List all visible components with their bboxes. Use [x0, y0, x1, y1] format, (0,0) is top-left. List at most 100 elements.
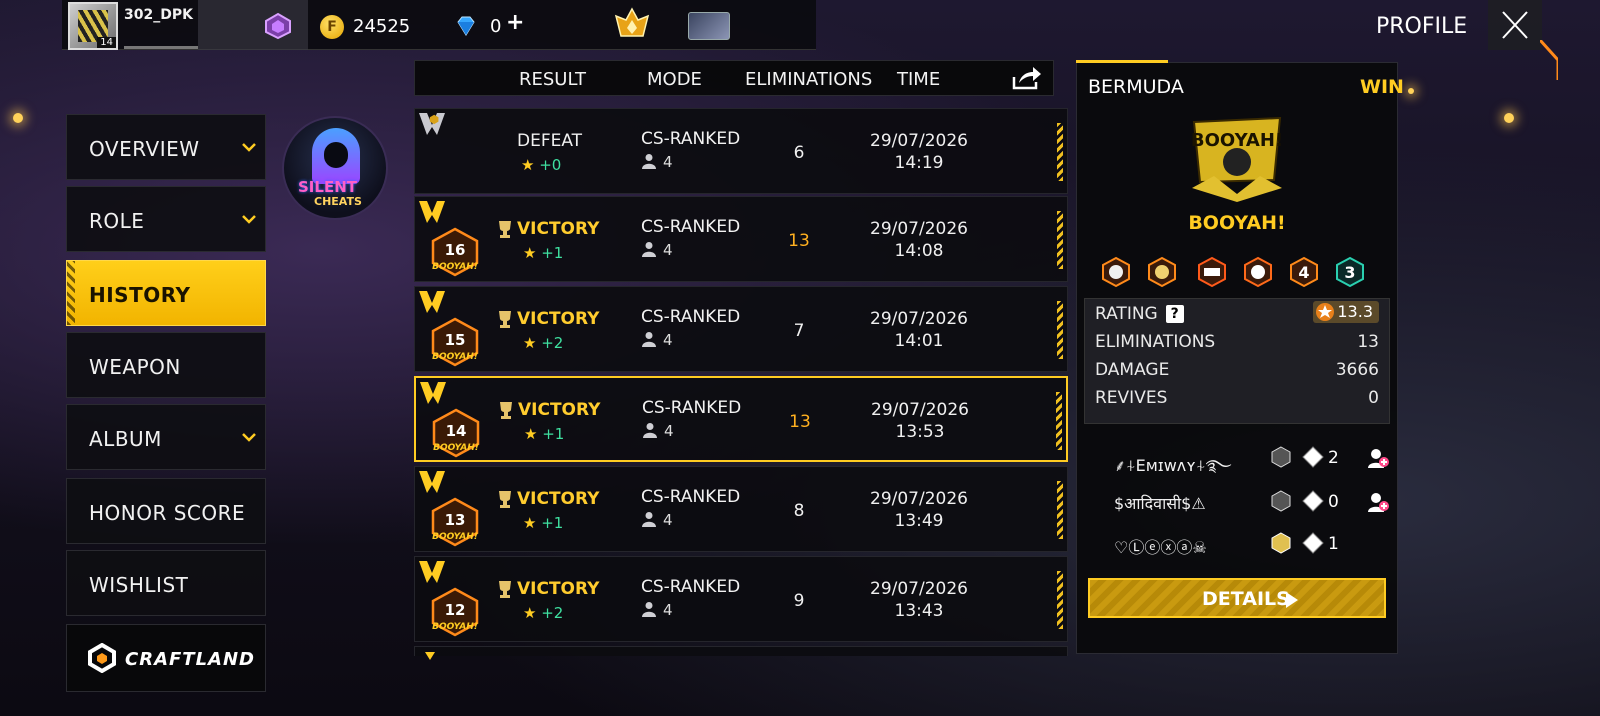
- team-size-value: 4: [663, 601, 673, 619]
- booyah-badge-label: BOOYAH!: [432, 622, 478, 632]
- person-icon: [642, 154, 656, 169]
- menu-item-history[interactable]: HISTORY: [66, 260, 266, 326]
- menu-item-album[interactable]: ALBUM: [66, 404, 266, 470]
- teammate-badge-icon: [1302, 490, 1324, 512]
- booyah-count-badge: 12 BOOYAH!: [431, 587, 479, 637]
- eliminations-count: 13: [788, 231, 810, 251]
- background-lamp: [1408, 88, 1414, 94]
- medal-icon[interactable]: 4: [1288, 256, 1320, 288]
- teammate-count: 0: [1328, 492, 1339, 512]
- share-icon[interactable]: [1011, 65, 1043, 91]
- match-stats: RATING? 13.3 ELIMINATIONS 13 DAMAGE 3666…: [1084, 298, 1390, 424]
- table-row[interactable]: 14 BOOYAH! VICTORY ★ +1 CS-RANKED 4 13 29/07/20…: [414, 376, 1068, 462]
- table-row[interactable]: 13 BOOYAH! VICTORY ★ +1 CS-RANKED 4 8 29/07/202…: [414, 466, 1068, 552]
- rating-star-icon: [1316, 303, 1334, 321]
- person-icon: [642, 332, 656, 347]
- page-title: PROFILE: [1376, 14, 1468, 39]
- medal-icon[interactable]: [1100, 256, 1132, 288]
- menu-item-label: WEAPON: [89, 355, 181, 379]
- rank-points: ★ +0: [521, 156, 561, 174]
- teammate-badge-icon: [1302, 532, 1324, 554]
- column-header-mode: MODE: [647, 69, 702, 90]
- medal-icon[interactable]: [1146, 256, 1178, 288]
- teammate-name[interactable]: ⸙⍭Eᴍɪᴡᴧʏ⍭࿐: [1114, 448, 1232, 493]
- menu-item-label: ROLE: [89, 209, 145, 233]
- details-button-label: DETAILS: [1202, 588, 1290, 610]
- match-time: 13:43: [894, 601, 944, 621]
- table-row[interactable]: 15 BOOYAH! VICTORY ★ +2 CS-RANKED 4 7 29/07/202…: [414, 286, 1068, 372]
- medal-icon[interactable]: [1196, 256, 1228, 288]
- star-icon: ★: [523, 334, 537, 352]
- details-button[interactable]: DETAILS: [1088, 578, 1386, 618]
- table-row[interactable]: 16 BOOYAH! VICTORY ★ +1 CS-RANKED 4 13 29/07/20…: [414, 196, 1068, 282]
- player-avatar[interactable]: 14: [68, 2, 118, 50]
- chevron-down-icon: [242, 215, 256, 224]
- match-result: VICTORY: [518, 400, 601, 420]
- m-logo-icon: [420, 382, 446, 404]
- add-diamonds-button[interactable]: +: [506, 10, 524, 35]
- star-icon: ★: [523, 244, 537, 262]
- team-size: 4: [641, 153, 673, 171]
- booyah-badge-label: BOOYAH!: [432, 532, 478, 542]
- row-stripe: [1056, 392, 1062, 450]
- medal-icon[interactable]: 3: [1334, 256, 1366, 288]
- rank-points: ★ +1: [523, 244, 563, 262]
- team-size-value: 4: [664, 422, 674, 440]
- diamond-count: 0: [490, 16, 502, 37]
- table-row-partial[interactable]: [414, 646, 1068, 660]
- teammate-name[interactable]: $आदिवासी$⚠: [1114, 492, 1206, 514]
- add-friend-icon[interactable]: [1366, 490, 1390, 514]
- star-icon: ★: [521, 156, 535, 174]
- booyah-count-badge: 16 BOOYAH!: [431, 227, 479, 277]
- booyah-logo-text: BOOYAH!: [1191, 130, 1283, 151]
- menu-item-weapon[interactable]: WEAPON: [66, 332, 266, 398]
- chevron-down-icon: [242, 143, 256, 152]
- play-arrow-icon: [1286, 592, 1298, 608]
- match-date: 29/07/2026: [870, 219, 968, 239]
- add-friend-icon[interactable]: [1366, 446, 1390, 470]
- membership-card-icon[interactable]: [688, 12, 730, 40]
- eliminations-count: 9: [793, 591, 805, 611]
- menu-item-overview[interactable]: OVERVIEW: [66, 114, 266, 180]
- star-icon: ★: [523, 604, 537, 622]
- m-logo-icon: [419, 561, 445, 583]
- rank-points-value: +2: [541, 604, 564, 622]
- trophy-icon: [499, 221, 511, 238]
- trophy-icon: [499, 311, 511, 328]
- eliminations-count: 6: [793, 143, 805, 163]
- diamond-icon: [457, 16, 475, 36]
- menu-item-role[interactable]: ROLE: [66, 186, 266, 252]
- teammate-count: 2: [1328, 448, 1339, 468]
- table-row[interactable]: DEFEAT ★ +0 CS-RANKED 4 6 29/07/2026 14:19: [414, 108, 1068, 194]
- booyah-badge-label: BOOYAH!: [432, 262, 478, 272]
- xp-bar: [124, 46, 198, 49]
- rating-label: RATING?: [1095, 304, 1184, 324]
- team-size-value: 4: [663, 153, 673, 171]
- rank-points: ★ +1: [524, 425, 564, 443]
- menu-item-honor-score[interactable]: HONOR SCORE: [66, 478, 266, 544]
- match-result: VICTORY: [517, 579, 600, 599]
- team-size: 4: [642, 422, 674, 440]
- match-date: 29/07/2026: [870, 489, 968, 509]
- avatar-text-line1: SILENT: [298, 178, 357, 196]
- star-icon: ★: [523, 514, 537, 532]
- silent-cheats-avatar[interactable]: SILENT CHEATS: [282, 116, 388, 220]
- help-icon[interactable]: ?: [1165, 305, 1184, 323]
- rank-badge-icon[interactable]: [263, 12, 293, 40]
- rank-points-value: +2: [541, 334, 564, 352]
- table-row[interactable]: 12 BOOYAH! VICTORY ★ +2 CS-RANKED 4 9 29/07/202…: [414, 556, 1068, 642]
- m-logo-icon: [417, 652, 443, 660]
- medal-icon[interactable]: [1242, 256, 1274, 288]
- rank-crown-icon[interactable]: [612, 6, 652, 46]
- history-table-header: RESULT MODE ELIMINATIONS TIME: [414, 60, 1054, 96]
- background-lamp: [1504, 113, 1514, 123]
- column-header-result: RESULT: [519, 69, 587, 90]
- damage-value: 3666: [1335, 360, 1379, 380]
- menu-item-wishlist[interactable]: WISHLIST: [66, 550, 266, 616]
- team-size-value: 4: [663, 331, 673, 349]
- teammate-rank-icon: [1271, 490, 1291, 512]
- column-header-time: TIME: [897, 69, 941, 90]
- teammate-name[interactable]: ♡Ⓛⓔⓧⓐ☠: [1114, 534, 1207, 558]
- close-button[interactable]: [1488, 0, 1542, 50]
- craftland-button[interactable]: CRAFTLAND: [66, 624, 266, 692]
